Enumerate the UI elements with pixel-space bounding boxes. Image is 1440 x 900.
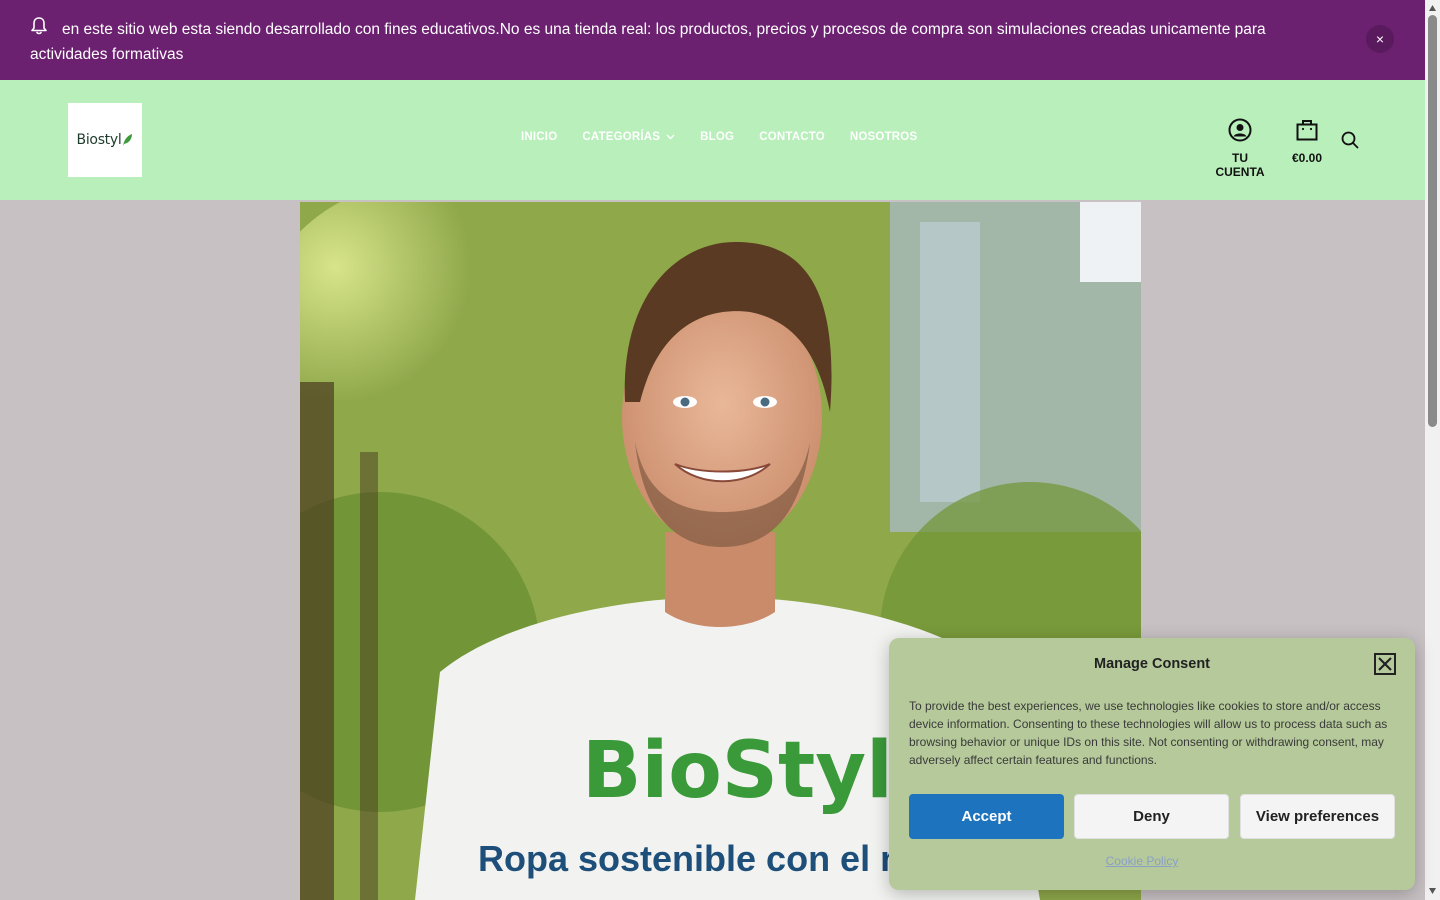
shirt-brand-text: BioStyl xyxy=(582,726,893,816)
search-icon[interactable] xyxy=(1341,131,1359,149)
consent-description: To provide the best experiences, we use … xyxy=(909,699,1388,767)
scroll-up-icon[interactable] xyxy=(1428,4,1437,12)
main-nav: INICIO CATEGORÍAS BLOG CONTACTO NOSOTROS xyxy=(521,131,942,143)
notice-close-button[interactable]: × xyxy=(1366,25,1394,53)
consent-title: Manage Consent xyxy=(1093,656,1210,672)
chevron-down-icon xyxy=(666,134,675,140)
nav-item-blog[interactable]: BLOG xyxy=(700,131,734,143)
nav-item-label: INICIO xyxy=(521,131,558,143)
site-header: Biostyl INICIO CATEGORÍAS BLOG CONTACTO … xyxy=(0,80,1425,200)
site-logo[interactable]: Biostyl xyxy=(68,103,142,177)
account-label: TU CUENTA xyxy=(1215,151,1265,179)
scroll-down-icon[interactable] xyxy=(1428,887,1437,895)
logo-text: Biostyl xyxy=(76,132,122,148)
user-icon xyxy=(1228,118,1252,142)
nav-item-label: NOSOTROS xyxy=(849,131,918,143)
nav-item-categorias[interactable]: CATEGORÍAS xyxy=(582,131,675,143)
view-preferences-button[interactable]: View preferences xyxy=(1240,794,1395,839)
notice-text: en este sitio web esta siendo desarrolla… xyxy=(30,21,1266,63)
nav-item-nosotros[interactable]: NOSOTROS xyxy=(850,131,917,143)
nav-item-inicio[interactable]: INICIO xyxy=(521,131,557,143)
cookie-consent-dialog: Manage Consent To provide the best exper… xyxy=(889,638,1415,890)
page-scrollbar[interactable] xyxy=(1425,0,1440,900)
accept-button[interactable]: Accept xyxy=(909,794,1064,839)
nav-item-label: CONTACTO xyxy=(759,131,825,143)
scrollbar-thumb[interactable] xyxy=(1428,15,1437,427)
nav-item-contacto[interactable]: CONTACTO xyxy=(759,131,825,143)
consent-close-button[interactable] xyxy=(1374,653,1396,675)
account-button[interactable]: TU CUENTA xyxy=(1208,118,1272,179)
leaf-icon xyxy=(123,134,133,146)
deny-button[interactable]: Deny xyxy=(1074,794,1229,839)
cookie-policy-link[interactable]: Cookie Policy xyxy=(889,854,1395,868)
nav-item-label: BLOG xyxy=(700,131,735,143)
shopping-bag-icon xyxy=(1296,120,1318,141)
cart-total: €0.00 xyxy=(1291,151,1323,165)
notice-bar: en este sitio web esta siendo desarrolla… xyxy=(0,0,1425,80)
nav-item-label: CATEGORÍAS xyxy=(582,131,661,143)
cart-button[interactable]: €0.00 xyxy=(1290,118,1324,165)
close-icon xyxy=(1378,657,1392,671)
